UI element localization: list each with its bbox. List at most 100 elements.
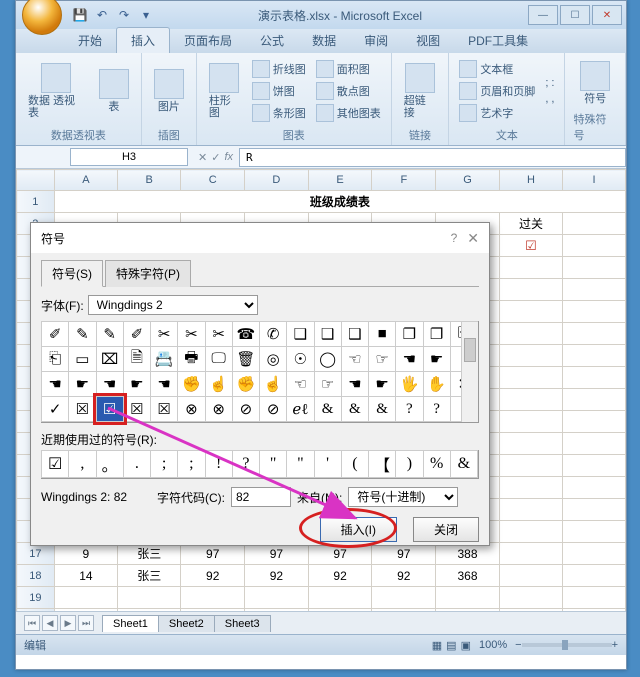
cell[interactable]	[436, 587, 500, 609]
cell[interactable]	[563, 389, 626, 411]
cell[interactable]	[563, 367, 626, 389]
redo-icon[interactable]: ↷	[116, 7, 132, 23]
column-header[interactable]: I	[563, 170, 626, 191]
symbol-button[interactable]: 符号	[576, 59, 614, 107]
text-item-button[interactable]: 文本框	[457, 59, 537, 79]
symbol-cell[interactable]: ✐	[41, 321, 69, 347]
symbol-cell[interactable]: ⊘	[232, 396, 260, 422]
recent-symbol-cell[interactable]: ;	[177, 450, 205, 478]
maximize-button[interactable]: ☐	[560, 5, 590, 25]
close-button[interactable]: ✕	[592, 5, 622, 25]
symbol-cell[interactable]: ⌧	[96, 346, 124, 372]
cell[interactable]	[308, 609, 372, 612]
chart-type-button[interactable]: 面积图	[314, 59, 383, 79]
chart-type-button[interactable]: 折线图	[250, 59, 308, 79]
recent-symbol-cell[interactable]: 【	[368, 450, 396, 478]
symbol-cell[interactable]: ☝	[205, 371, 233, 397]
column-header[interactable]: C	[181, 170, 245, 191]
symbol-cell[interactable]: ☒	[123, 396, 151, 422]
cell[interactable]	[308, 587, 372, 609]
view-layout-icon[interactable]: ▤	[446, 639, 456, 652]
pivot-table-button[interactable]: 数据 透视表	[24, 61, 89, 121]
symbol-cell[interactable]: ⎗	[41, 346, 69, 372]
symbol-cell[interactable]: ☛	[423, 346, 451, 372]
cell[interactable]	[499, 345, 562, 367]
cell[interactable]	[563, 323, 626, 345]
symbol-cell[interactable]: ⊗	[205, 396, 233, 422]
close-button[interactable]: 关闭	[413, 517, 479, 542]
cell[interactable]	[118, 609, 181, 612]
symbol-cell[interactable]: ☚	[395, 346, 423, 372]
qat-dropdown-icon[interactable]: ▾	[138, 7, 154, 23]
chart-type-button[interactable]: 散点图	[314, 81, 383, 101]
recent-symbol-cell[interactable]: ?	[232, 450, 260, 478]
column-header[interactable]: F	[372, 170, 436, 191]
cell[interactable]: 张三	[118, 565, 181, 587]
undo-icon[interactable]: ↶	[94, 7, 110, 23]
zoom-in-icon[interactable]: +	[612, 639, 618, 651]
symbol-cell[interactable]: ☛	[368, 371, 396, 397]
recent-symbol-cell[interactable]: 。	[96, 450, 124, 478]
symbol-cell[interactable]: ?	[395, 396, 423, 422]
ribbon-tab-0[interactable]: 开始	[64, 28, 116, 53]
cell[interactable]	[499, 257, 562, 279]
font-select[interactable]: Wingdings 2	[88, 295, 258, 315]
cell[interactable]	[245, 609, 309, 612]
tab-symbols[interactable]: 符号(S)	[41, 260, 103, 287]
dialog-help-icon[interactable]: ?	[451, 231, 458, 245]
save-icon[interactable]: 💾	[72, 7, 88, 23]
cell[interactable]	[499, 587, 562, 609]
symbol-cell[interactable]: ☚	[150, 371, 178, 397]
hyperlink-button[interactable]: 超链接	[400, 61, 441, 121]
ribbon-tab-4[interactable]: 数据	[298, 28, 350, 53]
symbol-cell[interactable]: ◯	[314, 346, 342, 372]
cell[interactable]	[499, 433, 562, 455]
text-item-button[interactable]: 页眉和页脚	[457, 81, 537, 101]
cell[interactable]	[563, 433, 626, 455]
symbol-cell[interactable]: ■	[368, 321, 396, 347]
zoom-slider[interactable]	[522, 643, 612, 647]
cell[interactable]: 92	[181, 565, 245, 587]
name-box[interactable]: H3	[70, 148, 188, 166]
chart-type-button[interactable]: 条形图	[250, 103, 308, 123]
cell[interactable]	[499, 279, 562, 301]
recent-symbol-cell[interactable]: &	[450, 450, 478, 478]
symbol-cell[interactable]: ✋	[423, 371, 451, 397]
cell[interactable]	[563, 213, 626, 235]
from-select[interactable]: 符号(十进制)	[348, 487, 458, 507]
symbol-cell[interactable]: ☚	[41, 371, 69, 397]
cell[interactable]	[118, 587, 181, 609]
text-item-button[interactable]: 艺术字	[457, 103, 537, 123]
ribbon-tab-6[interactable]: 视图	[402, 28, 454, 53]
column-header[interactable]: E	[308, 170, 372, 191]
picture-button[interactable]: 图片	[150, 67, 188, 115]
row-header[interactable]: 1	[17, 191, 55, 213]
cell[interactable]: 368	[436, 565, 500, 587]
cell[interactable]	[181, 609, 245, 612]
column-header[interactable]: A	[54, 170, 117, 191]
view-normal-icon[interactable]: ▦	[432, 639, 442, 652]
symbol-cell[interactable]: ☜	[341, 346, 369, 372]
sheet-tab[interactable]: Sheet1	[102, 615, 159, 632]
recent-symbol-cell[interactable]: "	[286, 450, 314, 478]
cell[interactable]	[499, 323, 562, 345]
view-pagebreak-icon[interactable]: ▣	[461, 639, 471, 652]
cell[interactable]: 92	[245, 565, 309, 587]
symbol-cell[interactable]: ⊘	[259, 396, 287, 422]
cell[interactable]: 92	[308, 565, 372, 587]
symbol-grid[interactable]: ✐✎✎✐✂✂✂☎✆❑❑❑■❐❐⎘⎗▭⌧🗎📇🖶🖵🗑◎☉◯☜☞☚☛☚☛☚☛☚✊☝✊☝…	[41, 321, 479, 423]
cell[interactable]: 14	[54, 565, 117, 587]
symbol-cell[interactable]: ❑	[341, 321, 369, 347]
sheet-tab[interactable]: Sheet3	[214, 615, 271, 632]
column-header[interactable]: G	[436, 170, 500, 191]
column-header[interactable]	[17, 170, 55, 191]
sheet-nav[interactable]: ⏮◀▶⏭	[24, 615, 94, 631]
symbol-cell[interactable]: ❑	[314, 321, 342, 347]
cell[interactable]	[436, 609, 500, 612]
chart-type-button[interactable]: 饼图	[250, 81, 308, 101]
cell[interactable]: 过关	[499, 213, 562, 235]
symbol-cell[interactable]: ◎	[259, 346, 287, 372]
cell[interactable]	[563, 499, 626, 521]
cell[interactable]	[563, 477, 626, 499]
symbol-cell[interactable]: 🖶	[177, 346, 205, 372]
